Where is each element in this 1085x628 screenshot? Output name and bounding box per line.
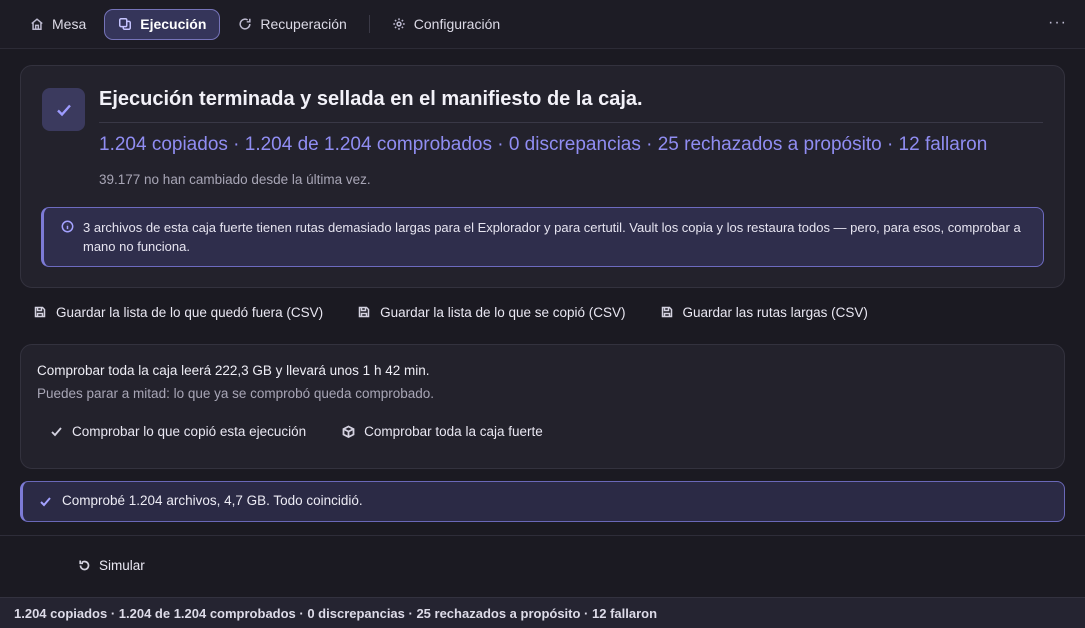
tab-configuracion[interactable]: Configuración — [378, 9, 514, 40]
status-title: Ejecución terminada y sellada en el mani… — [99, 88, 643, 110]
verify-hint: Puedes parar a mitad: lo que ya se compr… — [37, 386, 434, 401]
status-summary: 1.204 copiados · 1.204 de 1.204 comproba… — [99, 134, 988, 155]
tab-mesa[interactable]: Mesa — [16, 9, 100, 40]
verify-panel: Comprobar toda la caja leerá 222,3 GB y … — [20, 344, 1065, 469]
tab-label: Configuración — [413, 16, 501, 32]
unchanged-count: 39.177 no han cambiado desde la última v… — [99, 172, 371, 187]
top-nav: Mesa Ejecución Recuperación Configuració… — [0, 0, 1085, 49]
success-badge — [42, 88, 85, 131]
save-long-paths-button[interactable]: Guardar las rutas largas (CSV) — [661, 305, 868, 320]
tab-label: Ejecución — [140, 16, 207, 32]
check-icon — [40, 497, 51, 507]
verify-run-button[interactable]: Comprobar lo que copió esta ejecución — [50, 424, 306, 439]
gear-icon — [393, 18, 405, 30]
verify-estimate: Comprobar toda la caja leerá 222,3 GB y … — [37, 363, 430, 378]
save-label: Guardar las rutas largas (CSV) — [682, 304, 868, 320]
status-bar: 1.204 copiados · 1.204 de 1.204 comproba… — [0, 597, 1085, 628]
notice-text: 3 archivos de esta caja fuerte tienen ru… — [83, 220, 1021, 254]
tab-label: Recuperación — [260, 16, 347, 32]
more-menu-button[interactable]: ··· — [1048, 14, 1067, 32]
nav-divider — [368, 15, 370, 33]
verify-vault-button[interactable]: Comprobar toda la caja fuerte — [342, 424, 543, 439]
undo-icon — [79, 560, 90, 571]
save-copied-button[interactable]: Guardar la lista de lo que se copió (CSV… — [358, 304, 626, 320]
verify-run-label: Comprobar lo que copió esta ejecución — [72, 424, 307, 439]
refresh-icon — [239, 18, 251, 30]
simulate-button[interactable]: Simular — [78, 558, 145, 573]
check-icon — [56, 104, 71, 116]
save-label: Guardar la lista de lo que quedó fuera (… — [56, 304, 324, 320]
home-icon — [31, 18, 43, 30]
save-icon — [34, 306, 46, 318]
tab-ejecucion[interactable]: Ejecución — [104, 8, 221, 40]
result-text: Comprobé 1.204 archivos, 4,7 GB. Todo co… — [62, 493, 363, 508]
verify-actions: Comprobar lo que copió esta ejecución Co… — [50, 424, 579, 439]
divider — [99, 122, 1043, 123]
long-paths-notice: 3 archivos de esta caja fuerte tienen ru… — [41, 207, 1044, 267]
save-excluded-button[interactable]: Guardar la lista de lo que quedó fuera (… — [34, 305, 323, 320]
check-icon — [51, 427, 62, 437]
tab-label: Mesa — [52, 16, 87, 32]
save-label: Guardar la lista de lo que se copió (CSV… — [380, 304, 626, 320]
verify-vault-label: Comprobar toda la caja fuerte — [364, 424, 543, 439]
info-icon — [61, 220, 74, 233]
save-actions: Guardar la lista de lo que quedó fuera (… — [34, 296, 903, 328]
box-icon — [342, 425, 355, 438]
save-icon — [661, 306, 672, 318]
simulate-label: Simular — [99, 558, 145, 573]
copy-icon — [119, 18, 132, 30]
divider — [0, 535, 1085, 536]
save-icon — [358, 306, 370, 318]
tab-recuperacion[interactable]: Recuperación — [224, 9, 360, 40]
run-status-panel: Ejecución terminada y sellada en el mani… — [20, 65, 1065, 288]
status-bar-text: 1.204 copiados · 1.204 de 1.204 comproba… — [14, 606, 658, 621]
verify-result-banner: Comprobé 1.204 archivos, 4,7 GB. Todo co… — [20, 481, 1065, 522]
